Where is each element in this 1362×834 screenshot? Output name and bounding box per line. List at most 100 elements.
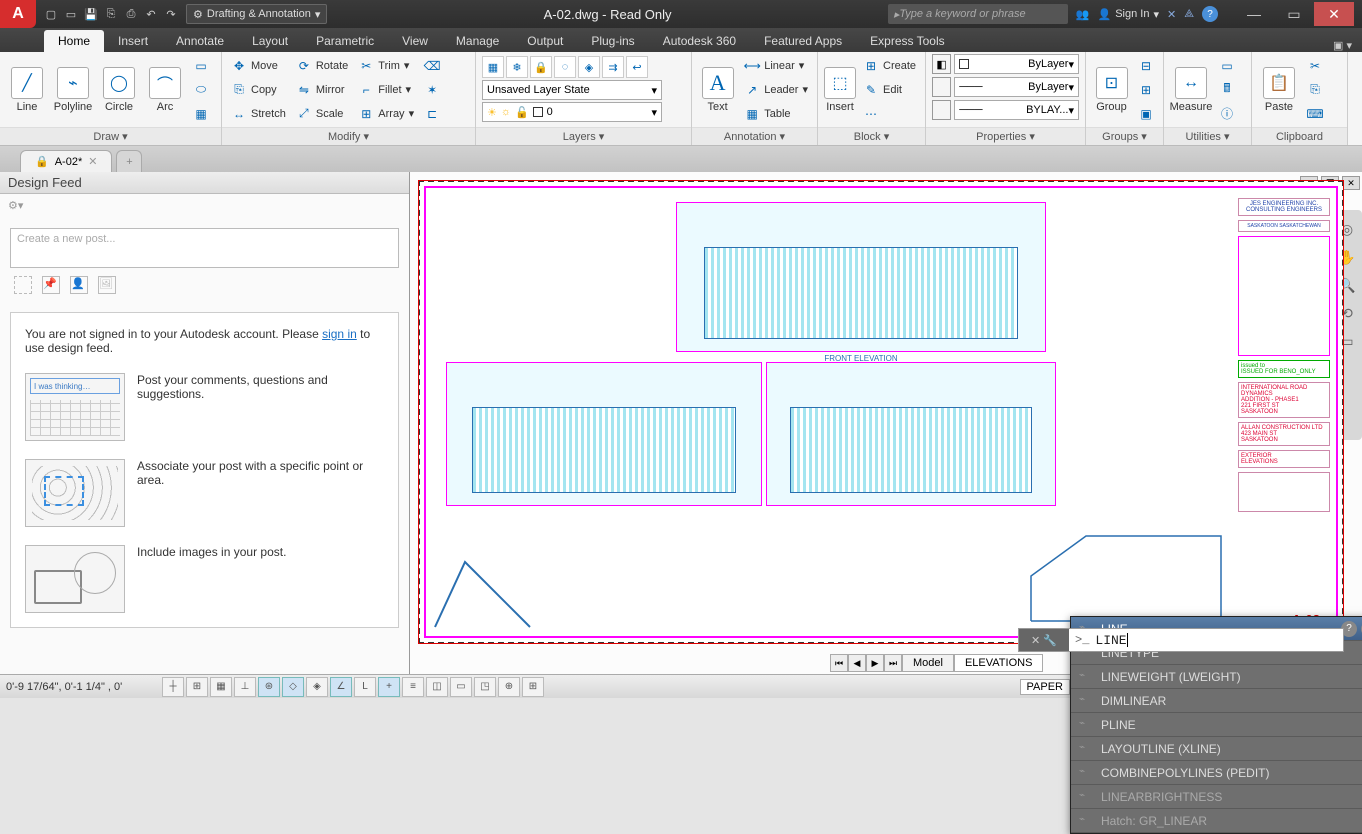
measure-tool[interactable]: ↔Measure [1170, 67, 1212, 113]
trim-tool[interactable]: ✂Trim▾ [355, 55, 417, 77]
window-close-button[interactable]: ✕ [1314, 2, 1354, 26]
circle-tool[interactable]: ◯Circle [98, 67, 140, 113]
layer-lock-icon[interactable]: 🔒 [530, 56, 552, 78]
layer-off-icon[interactable]: ◌ [554, 56, 576, 78]
qat-plot-icon[interactable]: ⎙ [122, 5, 140, 23]
layer-iso-icon[interactable]: ◈ [578, 56, 600, 78]
layout-tab-nav[interactable]: ⏮◀▶⏭ [830, 654, 902, 672]
sb-snap-icon[interactable]: ⊞ [186, 677, 208, 697]
color-dropdown[interactable]: ByLayer ▾ [954, 54, 1079, 74]
sb-grid-icon[interactable]: ▦ [210, 677, 232, 697]
document-tab[interactable]: 🔒 A-02* ✕ [20, 150, 112, 172]
tab-output[interactable]: Output [513, 30, 577, 52]
match-props-icon[interactable]: ◧ [932, 54, 951, 74]
paste-tool[interactable]: 📋Paste [1258, 67, 1300, 113]
tab-annotate[interactable]: Annotate [162, 30, 238, 52]
ellipse-tool[interactable]: ⬭ [190, 79, 212, 101]
layout-tab-model[interactable]: Model [902, 654, 954, 672]
rectangle-tool[interactable]: ▭ [190, 55, 212, 77]
command-line-handle[interactable]: ✕🔧 [1019, 629, 1069, 651]
dim-linear-tool[interactable]: ⟷Linear ▾ [741, 55, 811, 77]
a360-icon[interactable]: ⟁ [1184, 8, 1194, 21]
feed-settings-icon[interactable]: ⚙▾ [8, 199, 28, 219]
edit-block-tool[interactable]: ✎Edit [860, 79, 919, 101]
sb-ducs-icon[interactable]: L [354, 677, 376, 697]
sb-tb-icon[interactable]: ⊞ [522, 677, 544, 697]
leader-tool[interactable]: ↗Leader ▾ [741, 79, 811, 101]
sign-in-button[interactable]: 👤 Sign In ▾ [1097, 8, 1158, 21]
post-people-icon[interactable]: 👤 [70, 276, 88, 294]
linetype-dropdown[interactable]: ───ByLayer ▾ [954, 77, 1079, 97]
search-icon[interactable]: 👥 [1076, 8, 1090, 21]
sb-osnap-icon[interactable]: ◇ [282, 677, 304, 697]
text-tool[interactable]: AText [698, 67, 737, 113]
qat-open-icon[interactable]: ▭ [62, 5, 80, 23]
create-post-input[interactable]: Create a new post... [10, 228, 399, 268]
layer-match-icon[interactable]: ⇉ [602, 56, 624, 78]
explode-tool[interactable]: ✶ [421, 79, 443, 101]
help-icon[interactable]: ? [1202, 6, 1218, 22]
copy-tool[interactable]: ⎘Copy [228, 79, 289, 101]
drawing-canvas[interactable]: — ❐ ✕ ◎ ✋ 🔍 ⟲ ▭ FRONT ELEVATION [410, 172, 1362, 674]
ribbon-minimize-icon[interactable]: ▣ ▾ [1333, 39, 1362, 52]
tab-layout[interactable]: Layout [238, 30, 302, 52]
viewport-left-elevation[interactable] [766, 362, 1056, 506]
command-line[interactable]: ✕🔧 >_ LINE [1018, 628, 1344, 652]
help-search-input[interactable]: ▸ Type a keyword or phrase [888, 4, 1068, 24]
window-maximize-button[interactable]: ▭ [1274, 2, 1314, 26]
layer-props-icon[interactable]: ▦ [482, 56, 504, 78]
paper-space-toggle[interactable]: PAPER [1020, 679, 1070, 695]
create-block-tool[interactable]: ⊞Create [860, 55, 919, 77]
new-tab-button[interactable]: + [116, 150, 142, 172]
group-bbox-tool[interactable]: ▣ [1135, 103, 1157, 125]
close-tab-icon[interactable]: ✕ [88, 155, 97, 168]
sb-3dosnap-icon[interactable]: ◈ [306, 677, 328, 697]
viewport-front-elevation[interactable]: FRONT ELEVATION [676, 202, 1046, 352]
edit-attr-tool[interactable]: ⋯ [860, 103, 919, 125]
qat-saveas-icon[interactable]: ⎘ [102, 5, 120, 23]
qat-save-icon[interactable]: 💾 [82, 5, 100, 23]
rotate-tool[interactable]: ⟳Rotate [293, 55, 351, 77]
panel-title-properties[interactable]: Properties ▾ [926, 127, 1085, 145]
sb-polar-icon[interactable]: ⊛ [258, 677, 280, 697]
post-image-icon[interactable]: 🖼 [98, 276, 116, 294]
qat-new-icon[interactable]: ▢ [42, 5, 60, 23]
autocomplete-item[interactable]: ⌁DIMLINEAR [1071, 689, 1362, 713]
table-tool[interactable]: ▦Table [741, 103, 811, 125]
arc-tool[interactable]: ⌒Arc [144, 67, 186, 113]
sb-qp-icon[interactable]: ▭ [450, 677, 472, 697]
cut-tool[interactable]: ✂ [1304, 55, 1326, 77]
sb-otrack-icon[interactable]: ∠ [330, 677, 352, 697]
linetype-icon[interactable] [932, 77, 951, 97]
sb-sc-icon[interactable]: ◳ [474, 677, 496, 697]
panel-title-utilities[interactable]: Utilities ▾ [1164, 127, 1251, 145]
matchprops-tool[interactable]: ⌨ [1304, 103, 1326, 125]
mdi-close-icon[interactable]: ✕ [1342, 176, 1360, 190]
app-menu-button[interactable]: A [0, 0, 36, 28]
tab-featured-apps[interactable]: Featured Apps [750, 30, 856, 52]
tab-express-tools[interactable]: Express Tools [856, 30, 958, 52]
autocomplete-item[interactable]: ⌁Hatch: GR_LINEAR+ [1071, 809, 1362, 833]
line-tool[interactable]: ╱Line [6, 67, 48, 113]
ungroup-tool[interactable]: ⊟ [1135, 55, 1157, 77]
offset-tool[interactable]: ⊏ [421, 103, 443, 125]
insert-block-tool[interactable]: ⬚Insert [824, 67, 856, 113]
tab-plugins[interactable]: Plug-ins [577, 30, 648, 52]
layer-current-dropdown[interactable]: ☀ ☼ 🔓 0 ▾ [482, 102, 662, 122]
viewport-right-elevation[interactable] [446, 362, 762, 506]
erase-tool[interactable]: ⌫ [421, 55, 443, 77]
autocomplete-item[interactable]: ⌁LAYOUTLINE (XLINE) [1071, 737, 1362, 761]
panel-title-layers[interactable]: Layers ▾ [476, 127, 691, 145]
post-select-icon[interactable] [14, 276, 32, 294]
workspace-dropdown[interactable]: ⚙ Drafting & Annotation ▾ [186, 4, 327, 24]
lineweight-icon[interactable] [932, 100, 951, 120]
panel-title-modify[interactable]: Modify ▾ [222, 127, 475, 145]
sign-in-link[interactable]: sign in [322, 327, 357, 341]
move-tool[interactable]: ✥Move [228, 55, 289, 77]
fillet-tool[interactable]: ⌐Fillet▾ [355, 79, 417, 101]
tab-insert[interactable]: Insert [104, 30, 162, 52]
layer-state-dropdown[interactable]: Unsaved Layer State▾ [482, 80, 662, 100]
autocomplete-item[interactable]: ⌁LINEWEIGHT (LWEIGHT) [1071, 665, 1362, 689]
post-pin-icon[interactable]: 📌 [42, 276, 60, 294]
exchange-icon[interactable]: ✕ [1167, 8, 1176, 21]
